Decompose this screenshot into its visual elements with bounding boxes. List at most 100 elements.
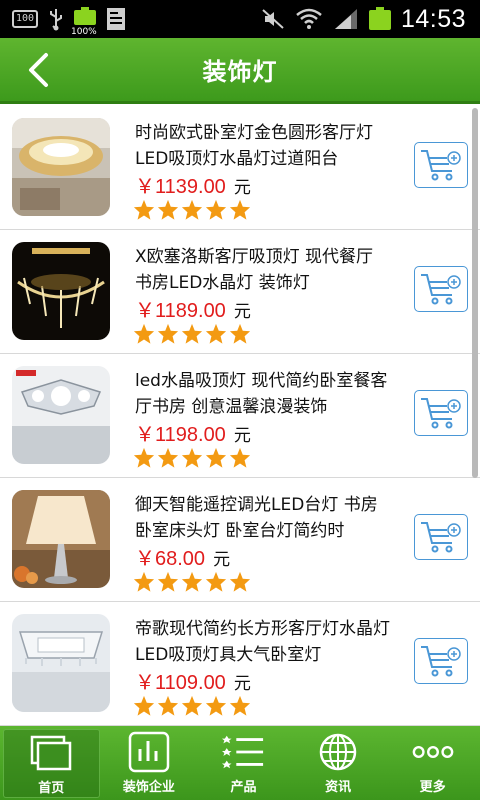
star-icon xyxy=(181,323,203,344)
price-unit: 元 xyxy=(213,550,231,570)
list-scrollbar[interactable] xyxy=(472,108,478,478)
star-icon xyxy=(133,447,155,468)
star-icon xyxy=(133,695,155,716)
product-price: ￥1189.00 xyxy=(135,300,226,322)
cart-add-icon xyxy=(421,522,461,553)
product-price: ￥1198.00 xyxy=(135,424,226,446)
product-name[interactable]: 帝歌现代简约长方形客厅灯水晶灯LED吸顶灯具大气卧室灯 xyxy=(135,616,390,668)
product-price: ￥1139.00 xyxy=(135,176,226,198)
star-icon xyxy=(229,199,251,220)
star-icon xyxy=(229,695,251,716)
rating-stars xyxy=(133,447,251,469)
star-icon xyxy=(157,199,179,220)
star-icon xyxy=(133,571,155,592)
star-icon xyxy=(181,199,203,220)
product-price: ￥68.00 xyxy=(135,548,206,570)
nav-label: 更多 xyxy=(419,780,446,795)
product-list[interactable]: 时尚欧式卧室灯金色圆形客厅灯LED吸顶灯水晶灯过道阳台 ￥1139.00 元 X… xyxy=(0,106,480,726)
star-icon xyxy=(205,323,227,344)
nav-news[interactable]: 资讯 xyxy=(291,726,386,800)
price-unit: 元 xyxy=(233,426,251,446)
product-image[interactable] xyxy=(12,490,110,588)
list-icon xyxy=(222,735,264,769)
mute-icon xyxy=(262,9,284,29)
price-row: ￥68.00 元 xyxy=(135,542,230,571)
battery-icon xyxy=(368,7,391,31)
product-item[interactable]: X欧塞洛斯客厅吸顶灯 现代餐厅书房LED水晶灯 装饰灯 ￥1189.00 元 xyxy=(0,230,480,354)
product-item[interactable]: led水晶吸顶灯 现代简约卧室餐客厅书房 创意温馨浪漫装饰 ￥1198.00 元 xyxy=(0,354,480,478)
product-name[interactable]: 御天智能遥控调光LED台灯 书房卧室床头灯 卧室台灯简约时 xyxy=(135,492,390,544)
star-icon xyxy=(133,323,155,344)
globe-icon xyxy=(319,733,357,771)
nav-home[interactable]: 首页 xyxy=(3,729,100,798)
battery-level-icon: 100 xyxy=(12,10,38,28)
price-unit: 元 xyxy=(233,302,251,322)
rating-stars xyxy=(133,571,251,593)
home-icon xyxy=(31,735,72,771)
cart-add-icon xyxy=(421,274,461,305)
star-icon xyxy=(157,571,179,592)
price-unit: 元 xyxy=(233,178,251,198)
nav-label: 装饰企业 xyxy=(122,780,175,795)
status-bar: 100 100% 14:53 xyxy=(0,0,480,38)
cart-add-icon xyxy=(421,398,461,429)
product-image[interactable] xyxy=(12,242,110,340)
product-name[interactable]: led水晶吸顶灯 现代简约卧室餐客厅书房 创意温馨浪漫装饰 xyxy=(135,368,390,420)
chart-icon xyxy=(128,731,170,773)
product-price: ￥1109.00 xyxy=(135,672,226,694)
page-title: 装饰灯 xyxy=(202,58,278,86)
product-image[interactable] xyxy=(12,366,110,464)
price-row: ￥1109.00 元 xyxy=(135,666,251,695)
product-item[interactable]: 时尚欧式卧室灯金色圆形客厅灯LED吸顶灯水晶灯过道阳台 ￥1139.00 元 xyxy=(0,106,480,230)
app-header: 装饰灯 xyxy=(0,38,480,104)
product-image[interactable] xyxy=(12,118,110,216)
star-icon xyxy=(229,447,251,468)
star-icon xyxy=(157,695,179,716)
charging-battery-icon: 100% xyxy=(71,7,97,37)
back-button[interactable] xyxy=(18,50,58,90)
add-to-cart-button[interactable] xyxy=(414,266,468,312)
signal-icon xyxy=(334,9,357,29)
nav-label: 产品 xyxy=(230,780,257,795)
star-icon xyxy=(157,323,179,344)
star-icon xyxy=(157,447,179,468)
cart-add-icon xyxy=(421,646,461,677)
bottom-nav: 首页 装饰企业 产品 资讯 更多 xyxy=(0,726,480,800)
rating-stars xyxy=(133,199,251,221)
product-item[interactable]: 帝歌现代简约长方形客厅灯水晶灯LED吸顶灯具大气卧室灯 ￥1109.00 元 xyxy=(0,602,480,726)
star-icon xyxy=(205,571,227,592)
add-to-cart-button[interactable] xyxy=(414,142,468,188)
star-icon xyxy=(181,447,203,468)
wifi-icon xyxy=(296,8,322,29)
nav-label: 首页 xyxy=(38,781,65,796)
star-icon xyxy=(181,571,203,592)
product-name[interactable]: X欧塞洛斯客厅吸顶灯 现代餐厅书房LED水晶灯 装饰灯 xyxy=(135,244,390,296)
price-row: ￥1189.00 元 xyxy=(135,294,251,323)
star-icon xyxy=(229,323,251,344)
price-unit: 元 xyxy=(233,674,251,694)
document-icon xyxy=(107,8,125,30)
star-icon xyxy=(205,695,227,716)
rating-stars xyxy=(133,695,251,717)
add-to-cart-button[interactable] xyxy=(414,514,468,560)
cart-add-icon xyxy=(421,150,461,181)
star-icon xyxy=(205,199,227,220)
star-icon xyxy=(229,571,251,592)
nav-products[interactable]: 产品 xyxy=(196,726,291,800)
more-icon xyxy=(412,746,453,758)
nav-companies[interactable]: 装饰企业 xyxy=(102,726,197,800)
clock: 14:53 xyxy=(400,4,466,33)
product-item[interactable]: 御天智能遥控调光LED台灯 书房卧室床头灯 卧室台灯简约时 ￥68.00 元 xyxy=(0,478,480,602)
star-icon xyxy=(181,695,203,716)
product-image[interactable] xyxy=(12,614,110,712)
star-icon xyxy=(133,199,155,220)
add-to-cart-button[interactable] xyxy=(414,390,468,436)
price-row: ￥1139.00 元 xyxy=(135,170,251,199)
chevron-left-icon xyxy=(29,53,48,87)
product-name[interactable]: 时尚欧式卧室灯金色圆形客厅灯LED吸顶灯水晶灯过道阳台 xyxy=(135,120,390,172)
price-row: ￥1198.00 元 xyxy=(135,418,251,447)
rating-stars xyxy=(133,323,251,345)
add-to-cart-button[interactable] xyxy=(414,638,468,684)
usb-icon xyxy=(50,9,62,31)
nav-more[interactable]: 更多 xyxy=(385,726,480,800)
